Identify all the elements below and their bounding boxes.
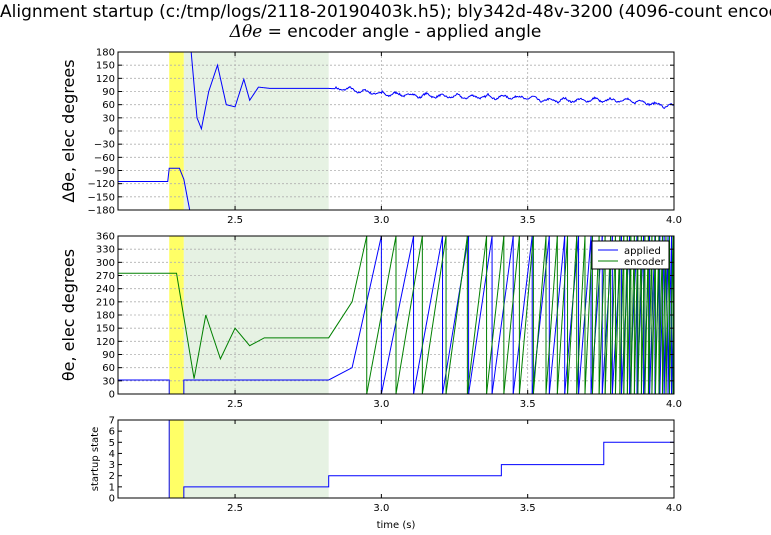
y-tick-label: −180 — [88, 206, 115, 217]
y-tick-label: 0 — [109, 390, 115, 401]
x-tick-label: 2.5 — [227, 503, 243, 514]
panel-3: 2.5 3.0 3.5 4.0 76543210 startup state time (s… — [90, 416, 682, 532]
x-tick-label: 3.5 — [520, 503, 536, 514]
y-tick-label: 30 — [102, 113, 115, 124]
x-tick-label: 4.0 — [666, 399, 682, 410]
y-tick-label: 1 — [109, 482, 115, 493]
y-tick-label: 360 — [96, 232, 115, 243]
figure-canvas: 2.5 3.0 3.5 4.01801501209060300−30−60−90−12… — [59, 48, 682, 532]
y-tick-label: 90 — [102, 87, 115, 98]
applied-series-ramp — [512, 236, 533, 394]
x-tick-label: 4.0 — [666, 215, 682, 226]
x-axis-label: time (s) — [377, 520, 416, 531]
y-tick-label: 5 — [109, 438, 115, 449]
x-tick-label: 3.0 — [373, 399, 389, 410]
y-tick-label: 180 — [96, 48, 115, 59]
y-tick-label: 300 — [96, 258, 115, 269]
y-tick-label: 120 — [96, 74, 115, 85]
y-tick-label: 330 — [96, 245, 115, 256]
y-tick-label: 90 — [102, 350, 115, 361]
y-tick-label: 30 — [102, 376, 115, 387]
y-tick-label: 7 — [109, 416, 115, 427]
x-tick-label: 3.5 — [520, 399, 536, 410]
y-tick-label: 2 — [109, 471, 115, 482]
y-tick-label: 180 — [96, 311, 115, 322]
y-tick-label: −120 — [88, 179, 115, 190]
x-tick-label: 4.0 — [666, 503, 682, 514]
y-tick-label: 0 — [109, 494, 115, 505]
x-tick-label: 2.5 — [227, 399, 243, 410]
x-tick-label: 3.0 — [373, 503, 389, 514]
y-tick-label: 150 — [96, 61, 115, 72]
y-axis-label: Δθe, elec degrees — [59, 59, 78, 202]
y-tick-label: −150 — [88, 192, 115, 203]
y-tick-label: 210 — [96, 297, 115, 308]
y-tick-label: 60 — [102, 100, 115, 111]
y-tick-label: 60 — [102, 363, 115, 374]
y-tick-label: 4 — [109, 449, 115, 460]
y-tick-label: 270 — [96, 271, 115, 282]
y-tick-label: 3 — [109, 460, 115, 471]
y-tick-label: −90 — [94, 166, 115, 177]
y-axis-label: startup state — [90, 427, 101, 492]
legend-label-encoder: encoder — [624, 257, 666, 268]
encoder-series-ramp — [445, 236, 468, 394]
green-shaded-region — [183, 420, 329, 498]
x-tick-label: 3.0 — [373, 215, 389, 226]
y-tick-label: 120 — [96, 337, 115, 348]
panel-2: appliedencoder2.5 3.0 3.5 4.036033030027024… — [59, 232, 682, 411]
yellow-shaded-region — [169, 420, 184, 498]
y-tick-label: 150 — [96, 324, 115, 335]
applied-series-ramp — [468, 236, 493, 394]
y-tick-label: 240 — [96, 284, 115, 295]
y-axis-label: θe, elec degrees — [59, 249, 78, 381]
y-tick-label: −60 — [94, 153, 115, 164]
y-tick-label: 6 — [109, 427, 115, 438]
x-tick-label: 2.5 — [227, 215, 243, 226]
y-tick-label: −30 — [94, 140, 115, 151]
x-tick-label: 3.5 — [520, 215, 536, 226]
panel-1: 2.5 3.0 3.5 4.0 180 150 120 90 60 30 0 −30 −60 −90 −12… — [59, 48, 682, 227]
legend-label-applied: applied — [624, 246, 661, 257]
y-tick-label: 0 — [109, 127, 115, 138]
